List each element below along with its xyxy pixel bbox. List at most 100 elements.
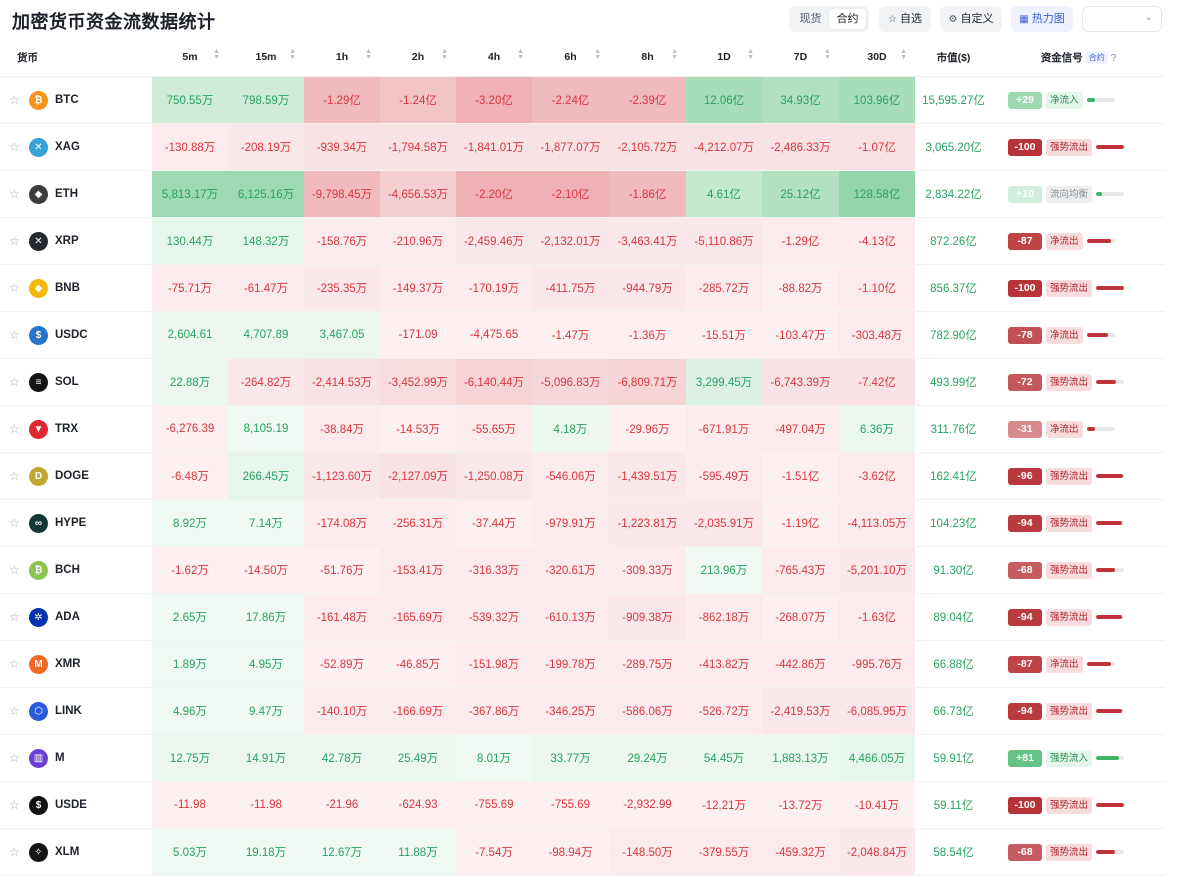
coin-symbol[interactable]: LINK — [55, 705, 82, 717]
star-icon[interactable]: ☆ — [9, 469, 29, 483]
star-icon[interactable]: ☆ — [9, 140, 29, 154]
futures-tab[interactable]: 合约 — [829, 9, 866, 29]
coin-symbol[interactable]: BTC — [55, 94, 79, 106]
star-icon[interactable]: ☆ — [9, 704, 29, 718]
signal-bar — [1096, 521, 1125, 525]
coin-symbol[interactable]: XAG — [55, 141, 80, 153]
coin-symbol[interactable]: USDC — [55, 329, 88, 341]
col-header[interactable]: 7D ▲ ▼ — [762, 38, 839, 77]
col-header[interactable]: 1h ▲ ▼ — [304, 38, 380, 77]
table-row[interactable]: ☆ ₿ BTC 750.55万 798.59万 -1.29亿 -1.24亿 -3.20亿 -2.… — [0, 76, 1165, 124]
watchlist-button[interactable]: ☆ 自选 — [879, 6, 931, 32]
flow-cell: -303.48万 — [839, 311, 915, 359]
coin-symbol[interactable]: ETH — [55, 188, 78, 200]
help-icon[interactable]: ? — [1111, 53, 1117, 64]
col-header[interactable]: 30D ▲ ▼ — [839, 38, 915, 77]
settings-icon: ⚙ — [948, 14, 958, 25]
flow-cell: 750.55万 — [152, 76, 228, 124]
heatmap-button[interactable]: ▦ 热力图 — [1011, 6, 1073, 32]
table-row[interactable]: ☆ M XMR 1.89万 4.95万 -52.89万 -46.85万 -151.98万 -19… — [0, 640, 1165, 688]
star-icon[interactable]: ☆ — [9, 563, 29, 577]
col-header[interactable]: 15m ▲ ▼ — [228, 38, 304, 77]
flow-cell: 29.24万 — [609, 734, 686, 782]
signal-score: -87 — [1008, 232, 1042, 250]
coin-symbol[interactable]: M — [55, 752, 65, 764]
coin-symbol[interactable]: SOL — [55, 376, 79, 388]
flow-cell: -165.69万 — [380, 593, 456, 641]
star-icon[interactable]: ☆ — [9, 798, 29, 812]
table-row[interactable]: ☆ $ USDE -11.98 -11.98 -21.96 -624.93 -755.69 -7… — [0, 781, 1165, 829]
signal-bar — [1096, 615, 1125, 619]
coin-cell: ☆ ◆ ETH — [0, 170, 152, 218]
table-row[interactable]: ☆ ✧ XLM 5.03万 19.18万 12.67万 11.88万 -7.54万 -98.94… — [0, 828, 1165, 876]
flow-cell: -171.09 — [380, 311, 456, 359]
table-row[interactable]: ☆ ≡ SOL 22.88万 -264.82万 -2,414.53万 -3,452.99万 -… — [0, 358, 1165, 406]
coin-symbol[interactable]: DOGE — [55, 470, 89, 482]
table-row[interactable]: ☆ ✕ XAG -130.88万 -208.19万 -939.34万 -1,794.58万 -… — [0, 123, 1165, 171]
table-row[interactable]: ☆ ✲ ADA 2.65万 17.86万 -161.48万 -165.69万 -539.32万… — [0, 593, 1165, 641]
col-header[interactable]: 5m ▲ ▼ — [152, 38, 228, 77]
coin-symbol[interactable]: HYPE — [55, 517, 86, 529]
flow-cell: -3,452.99万 — [380, 358, 456, 406]
table-header: 货币 5m ▲ ▼ 15m ▲ ▼ 1h ▲ ▼ 2h ▲ ▼ 4h ▲ ▼ 6h ▲ ▼ 8h ▲ ▼ 1… — [0, 38, 1165, 77]
mcap-cell: 66.73亿 — [915, 687, 992, 735]
col-header-label: 4h — [487, 51, 501, 63]
table-row[interactable]: ☆ ✕ XRP 130.44万 148.32万 -158.76万 -210.96万 -2,45… — [0, 217, 1165, 265]
star-icon[interactable]: ☆ — [9, 328, 29, 342]
table-row[interactable]: ☆ $ USDC 2,604.61 4,707.89 3,467.05 -171.09 -4,… — [0, 311, 1165, 359]
coin-symbol[interactable]: XLM — [55, 846, 79, 858]
signal-bar — [1086, 427, 1115, 431]
table-row[interactable]: ☆ ▼ TRX -6,276.39 8,105.19 -38.84万 -14.53万 -55.… — [0, 405, 1165, 453]
table-row[interactable]: ☆ ◆ ETH 5,813.17万 6,125.16万 -9,798.45万 -4,656.… — [0, 170, 1165, 218]
col-header[interactable]: 2h ▲ ▼ — [380, 38, 456, 77]
flow-cell: -235.35万 — [304, 264, 380, 312]
star-icon[interactable]: ☆ — [9, 657, 29, 671]
flow-cell: 33.77万 — [532, 734, 609, 782]
flow-cell: 8,105.19 — [228, 405, 304, 453]
star-icon[interactable]: ☆ — [9, 610, 29, 624]
star-icon[interactable]: ☆ — [9, 187, 29, 201]
flow-cell: -309.33万 — [609, 546, 686, 594]
star-icon[interactable]: ☆ — [9, 281, 29, 295]
star-icon[interactable]: ☆ — [9, 234, 29, 248]
stellar-icon: ✧ — [29, 842, 48, 862]
flow-cell: 2,604.61 — [152, 311, 228, 359]
star-icon[interactable]: ☆ — [9, 751, 29, 765]
coin-symbol[interactable]: XMR — [55, 658, 81, 670]
coin-symbol[interactable]: USDE — [55, 799, 87, 811]
flow-cell: -38.84万 — [304, 405, 380, 453]
col-header[interactable]: 4h ▲ ▼ — [456, 38, 532, 77]
star-icon[interactable]: ☆ — [9, 93, 29, 107]
signal-label: 强势流出 — [1046, 796, 1093, 814]
coin-symbol[interactable]: BNB — [55, 282, 80, 294]
mcap-cell: 782.90亿 — [915, 311, 992, 359]
flow-cell: 798.59万 — [228, 76, 304, 124]
table-row[interactable]: ☆ D DOGE -6.48万 266.45万 -1,123.60万 -2,127.09万 -… — [0, 452, 1165, 500]
coin-symbol[interactable]: BCH — [55, 564, 80, 576]
mcap-cell: 872.26亿 — [915, 217, 992, 265]
star-icon[interactable]: ☆ — [9, 845, 29, 859]
flow-cell: -88.82万 — [762, 264, 839, 312]
col-header[interactable]: 6h ▲ ▼ — [532, 38, 609, 77]
table-row[interactable]: ☆ ◆ BNB -75.71万 -61.47万 -235.35万 -149.37万 -170.… — [0, 264, 1165, 312]
filter-select[interactable]: ⌄ — [1082, 6, 1162, 32]
col-header[interactable]: 1D ▲ ▼ — [686, 38, 762, 77]
coin-symbol[interactable]: XRP — [55, 235, 79, 247]
table-row[interactable]: ☆ ⬡ LINK 4.96万 9.47万 -140.10万 -166.69万 -367.86万… — [0, 687, 1165, 735]
star-icon[interactable]: ☆ — [9, 422, 29, 436]
table-row[interactable]: ☆ ∞ HYPE 8.92万 7.14万 -174.08万 -256.31万 -37.44万 -… — [0, 499, 1165, 547]
star-icon[interactable]: ☆ — [9, 375, 29, 389]
flow-cell: -268.07万 — [762, 593, 839, 641]
col-header[interactable]: 8h ▲ ▼ — [609, 38, 686, 77]
flow-cell: 3,299.45万 — [686, 358, 762, 406]
star-icon[interactable]: ☆ — [9, 516, 29, 530]
signal-bar-fill — [1096, 568, 1116, 572]
table-row[interactable]: ☆ ₿ BCH -1.62万 -14.50万 -51.76万 -153.41万 -316.33… — [0, 546, 1165, 594]
coin-symbol[interactable]: ADA — [55, 611, 80, 623]
coin-symbol[interactable]: TRX — [55, 423, 78, 435]
signal-score: -87 — [1008, 655, 1042, 673]
flow-cell: -15.51万 — [686, 311, 762, 359]
table-row[interactable]: ☆ ▥ M 12.75万 14.91万 42.78万 25.49万 8.01万 33.77万 29… — [0, 734, 1165, 782]
spot-tab[interactable]: 现货 — [792, 9, 829, 29]
custom-button[interactable]: ⚙ 自定义 — [940, 6, 1002, 32]
